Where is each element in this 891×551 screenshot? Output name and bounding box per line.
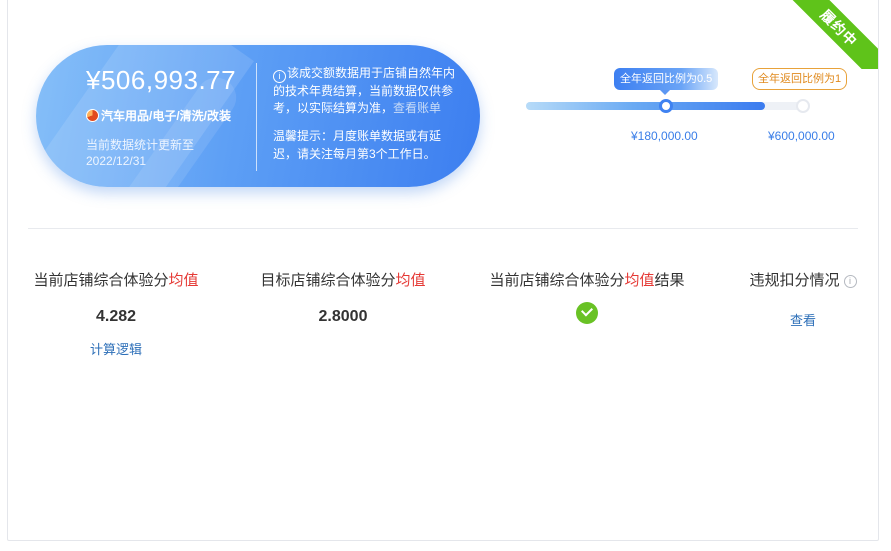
current-threshold-label: ¥180,000.00: [631, 129, 698, 143]
check-circle-icon: [576, 302, 598, 324]
target-ratio-bubble: 全年返回比例为1: [752, 68, 848, 90]
updated-date: 当前数据统计更新至 2022/12/31: [86, 138, 195, 168]
info-icon: i: [273, 70, 286, 83]
current-marker: [659, 99, 673, 113]
target-threshold-label: ¥600,000.00: [768, 129, 835, 143]
card-divider: [256, 63, 257, 171]
section-divider: [28, 228, 858, 229]
violation-metric: 违规扣分情况 i 查看: [742, 269, 864, 329]
data-notice: i 该成交额数据用于店铺自然年内的技术年费结算，当前数据仅供参考，以实际结算为准，…: [273, 65, 458, 117]
question-circle-icon[interactable]: i: [843, 275, 857, 288]
score-result-metric: 当前店铺综合体验分均值结果: [480, 269, 694, 329]
category-row: 汽车用品/电子/清洗/改装: [86, 107, 231, 124]
calc-logic-link[interactable]: 计算逻辑: [28, 339, 204, 358]
metric-label: 违规扣分情况 i: [742, 269, 864, 290]
metric-label: 目标店铺综合体验分均值: [260, 272, 426, 289]
delay-tip: 温馨提示：月度账单数据或有延迟，请关注每月第3个工作日。: [273, 129, 442, 161]
sales-amount: ¥506,993.77: [86, 65, 237, 95]
target-score-metric: 目标店铺综合体验分均值 2.8000: [253, 269, 433, 326]
metric-label: 当前店铺综合体验分均值: [33, 272, 199, 289]
pie-chart-icon: [86, 109, 99, 122]
metric-label: 当前店铺综合体验分均值结果: [489, 272, 685, 289]
current-score-value: 4.282: [95, 308, 137, 325]
sales-summary-card: ¥506,993.77 汽车用品/电子/清洗/改装 当前数据统计更新至 2022…: [36, 45, 480, 187]
return-ratio-progress: 全年返回比例为0.5 全年返回比例为1 ¥180,000.00 ¥600,000…: [518, 59, 858, 149]
progress-fill: [526, 102, 766, 110]
category-label: 汽车用品/电子/清洗/改装: [101, 109, 232, 123]
current-score-metric: 当前店铺综合体验分均值 4.282 计算逻辑: [28, 269, 204, 358]
target-score-value: 2.8000: [318, 308, 368, 325]
view-violations-link[interactable]: 查看: [742, 310, 864, 329]
target-marker: [796, 99, 810, 113]
contract-panel: 履约中 ¥506,993.77 汽车用品/电子/清洗/改装 当前数据统计更新至 …: [7, 0, 879, 541]
current-ratio-bubble: 全年返回比例为0.5: [614, 68, 719, 95]
view-bill-link[interactable]: 查看账单: [393, 101, 441, 115]
